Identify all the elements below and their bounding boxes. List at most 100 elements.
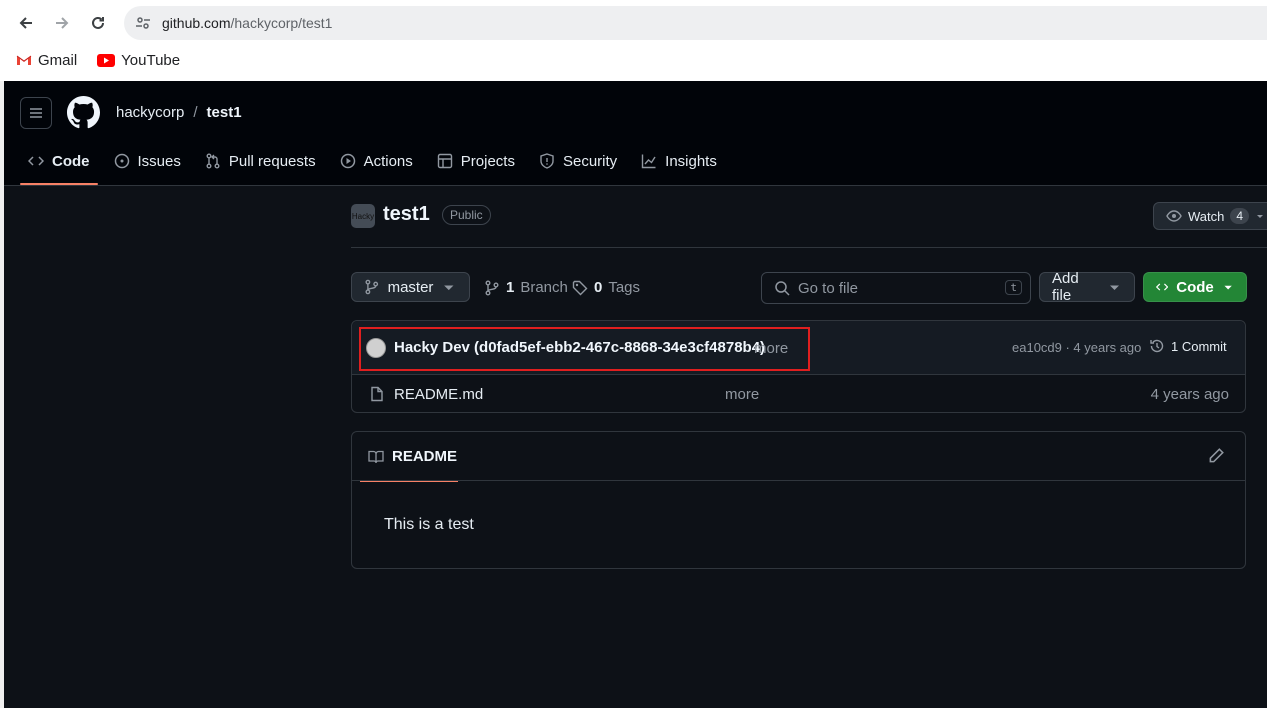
watch-label: Watch	[1188, 208, 1225, 224]
pencil-icon[interactable]	[1207, 447, 1225, 465]
github-logo-icon[interactable]	[67, 96, 100, 129]
book-icon	[368, 450, 384, 463]
bookmarks-bar: Gmail YouTube	[16, 49, 180, 71]
table-row[interactable]: README.md more 4 years ago	[352, 374, 1245, 414]
readme-content: This is a test	[384, 516, 474, 533]
reload-button[interactable]	[85, 10, 111, 36]
commit-more-button[interactable]: more	[754, 340, 788, 357]
readme-panel: README This is a test	[351, 431, 1246, 569]
tab-label: Issues	[137, 152, 181, 170]
bookmark-gmail[interactable]: Gmail	[16, 52, 77, 69]
avatar-text: Hacky	[351, 211, 375, 221]
file-list: Hacky Dev (d0fad5ef-ebb2-467c-8868-34e3c…	[351, 320, 1246, 413]
branch-icon	[485, 280, 499, 295]
global-menu-button[interactable]	[20, 97, 52, 129]
bookmark-label: Gmail	[38, 51, 78, 69]
watch-count: 4	[1230, 208, 1250, 224]
branch-name: master	[387, 278, 434, 296]
tab-code[interactable]: Code	[20, 143, 98, 185]
watch-button[interactable]: Watch 4	[1153, 202, 1267, 230]
browser-chrome: github.com/hackycorp/test1 Gmail YouTube	[0, 0, 1267, 82]
tab-pull-requests[interactable]: Pull requests	[197, 143, 324, 179]
forward-button[interactable]	[49, 10, 75, 36]
tab-actions[interactable]: Actions	[332, 143, 421, 179]
repo-header: hackycorp / test1 Code Issues Pull reque…	[4, 81, 1267, 186]
tab-label: Actions	[363, 152, 413, 170]
gmail-icon	[16, 55, 32, 65]
tag-count: 0	[594, 279, 603, 296]
bookmark-label: YouTube	[121, 51, 181, 69]
tab-label: Code	[52, 152, 90, 170]
chevron-down-icon	[1109, 285, 1119, 291]
code-button-label: Code	[1176, 278, 1214, 296]
chevron-down-icon	[444, 285, 454, 291]
reload-icon	[92, 16, 104, 29]
keyboard-shortcut-hint: t	[1005, 280, 1022, 295]
search-icon	[775, 281, 790, 296]
commit-author-message[interactable]: Hacky Dev (d0fad5ef-ebb2-467c-8868-34e3c…	[394, 339, 765, 356]
tab-label: Pull requests	[228, 152, 316, 170]
code-download-button[interactable]: Code	[1143, 272, 1247, 302]
youtube-icon	[97, 53, 116, 67]
branches-link[interactable]: 1 Branch	[484, 279, 568, 296]
back-button[interactable]	[13, 10, 39, 36]
readme-tab-label: README	[392, 448, 458, 465]
branch-icon	[365, 279, 379, 295]
commit-history-link[interactable]: 1 Commit	[1149, 338, 1227, 354]
repo-link[interactable]: test1	[207, 104, 242, 121]
branch-select-button[interactable]: master	[351, 272, 470, 302]
play-icon	[340, 153, 355, 169]
breadcrumb-separator: /	[193, 104, 198, 121]
branch-label: Branch	[520, 279, 568, 296]
tab-issues[interactable]: Issues	[106, 143, 189, 179]
repo-avatar: Hacky	[351, 204, 375, 228]
chevron-down-icon	[1224, 285, 1232, 290]
add-file-button[interactable]: Add file	[1039, 270, 1135, 304]
file-age: 4 years ago	[1150, 386, 1229, 403]
url-text: github.com/hackycorp/test1	[162, 15, 333, 31]
commit-count: 1 Commit	[1171, 338, 1227, 354]
breadcrumb: hackycorp / test1	[116, 104, 242, 121]
arrow-right-icon	[56, 17, 69, 29]
readme-tab[interactable]: README	[360, 432, 458, 482]
owner-link[interactable]: hackycorp	[116, 104, 184, 121]
add-file-label: Add file	[1052, 270, 1079, 304]
tags-link[interactable]: 0 Tags	[572, 279, 640, 296]
visibility-badge: Public	[442, 205, 491, 225]
pull-request-icon	[206, 153, 220, 169]
arrow-left-icon	[19, 17, 32, 29]
tab-insights[interactable]: Insights	[633, 143, 725, 179]
divider	[352, 480, 1245, 481]
history-icon	[1150, 339, 1164, 353]
file-name[interactable]: README.md	[394, 386, 483, 403]
eye-icon	[1166, 210, 1182, 222]
go-to-file-placeholder: Go to file	[798, 279, 859, 297]
repo-title: test1	[383, 203, 430, 225]
tab-security[interactable]: Security	[531, 143, 625, 179]
branch-count: 1	[506, 279, 515, 296]
tag-icon	[572, 280, 588, 295]
code-icon	[28, 156, 44, 166]
table-icon	[437, 153, 452, 169]
file-commit-more[interactable]: more	[725, 386, 759, 403]
author-avatar[interactable]	[366, 338, 386, 358]
hamburger-icon	[30, 108, 42, 118]
tab-projects[interactable]: Projects	[429, 143, 523, 179]
tab-label: Projects	[460, 152, 515, 170]
issue-icon	[114, 153, 129, 169]
repo-title-row: Hacky test1 Public Watch 4	[351, 200, 1267, 248]
commit-hash-age[interactable]: ea10cd9 · 4 years ago	[1012, 340, 1141, 355]
chevron-down-icon	[1257, 215, 1264, 218]
bookmark-youtube[interactable]: YouTube	[97, 52, 180, 69]
go-to-file-input[interactable]: Go to file t	[761, 272, 1031, 304]
graph-icon	[641, 154, 656, 169]
latest-commit-row: Hacky Dev (d0fad5ef-ebb2-467c-8868-34e3c…	[352, 321, 1245, 375]
repo-tabs: Code Issues Pull requests Actions Projec…	[20, 143, 725, 185]
site-settings-icon[interactable]	[135, 15, 151, 31]
shield-icon	[540, 153, 554, 169]
tag-label: Tags	[608, 279, 641, 296]
tab-label: Security	[562, 152, 618, 170]
file-icon	[371, 386, 383, 402]
address-bar[interactable]: github.com/hackycorp/test1	[124, 6, 1267, 40]
code-icon	[1156, 283, 1169, 291]
